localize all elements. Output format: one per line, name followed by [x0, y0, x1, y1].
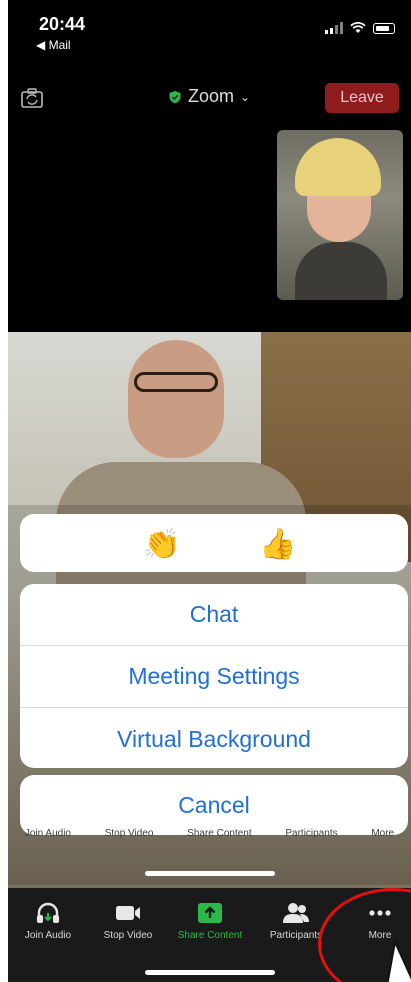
- stop-video-label: Stop Video: [103, 930, 153, 941]
- back-to-mail-link[interactable]: ◀ Mail: [36, 38, 71, 52]
- faded-label: Share Content: [187, 828, 252, 839]
- back-triangle-icon: ◀: [36, 38, 46, 52]
- faded-label: More: [371, 828, 395, 839]
- share-content-button[interactable]: Share Content: [172, 900, 248, 950]
- clap-reaction-button[interactable]: 👏: [140, 522, 184, 566]
- stop-video-button[interactable]: Stop Video: [90, 900, 166, 950]
- chevron-down-icon: ⌄: [240, 89, 251, 104]
- video-person-glasses: [134, 372, 218, 392]
- join-audio-label: Join Audio: [24, 930, 72, 941]
- join-audio-button[interactable]: Join Audio: [10, 900, 86, 950]
- faded-label: Participants: [285, 828, 338, 839]
- battery-icon: [373, 23, 395, 34]
- faded-label: Join Audio: [24, 828, 71, 839]
- thumbs-up-icon: 👍: [259, 527, 297, 561]
- faded-label: Stop Video: [104, 828, 154, 839]
- home-indicator[interactable]: [145, 871, 275, 876]
- headphones-icon: [34, 900, 62, 926]
- share-screen-icon: [196, 900, 224, 926]
- wifi-icon: [350, 22, 366, 33]
- menu-item-chat[interactable]: Chat: [20, 584, 408, 646]
- meeting-title: Zoom: [188, 86, 235, 106]
- video-camera-icon: [114, 900, 142, 926]
- flip-camera-icon[interactable]: [20, 86, 44, 110]
- participants-label: Participants: [269, 930, 323, 941]
- status-bar: 20:44 ◀ Mail: [8, 0, 411, 60]
- shield-check-icon: [169, 90, 181, 103]
- clap-icon: 👏: [143, 527, 181, 561]
- pointer-arrow-icon: [386, 940, 411, 982]
- meeting-title-dropdown[interactable]: Zoom ⌄: [168, 86, 250, 107]
- video-person-head: [128, 340, 224, 458]
- menu-item-meeting-settings[interactable]: Meeting Settings: [20, 646, 408, 708]
- reactions-bar: 👏 👍: [20, 514, 408, 572]
- home-indicator-bottom[interactable]: [145, 970, 275, 975]
- thumbs-up-reaction-button[interactable]: 👍: [256, 522, 300, 566]
- more-menu: Chat Meeting Settings Virtual Background: [20, 584, 408, 768]
- self-video-thumbnail[interactable]: [277, 130, 403, 300]
- participants-icon: [282, 900, 310, 926]
- cancel-button[interactable]: Cancel: [20, 775, 408, 835]
- share-content-label: Share Content: [177, 930, 243, 941]
- faded-toolbar-labels: Join Audio Stop Video Share Content Part…: [8, 828, 411, 842]
- status-time: 20:44: [39, 14, 86, 34]
- phone-screen: 20:44 ◀ Mail Zoom ⌄ Leave 👏 👍 Chat Meeti…: [8, 0, 411, 982]
- leave-button[interactable]: Leave: [325, 83, 399, 113]
- meeting-top-bar: Zoom ⌄ Leave: [8, 78, 411, 118]
- cellular-signal-icon: [325, 22, 343, 34]
- menu-item-virtual-background[interactable]: Virtual Background: [20, 708, 408, 768]
- back-app-label: Mail: [48, 38, 71, 52]
- system-icons: [325, 22, 395, 34]
